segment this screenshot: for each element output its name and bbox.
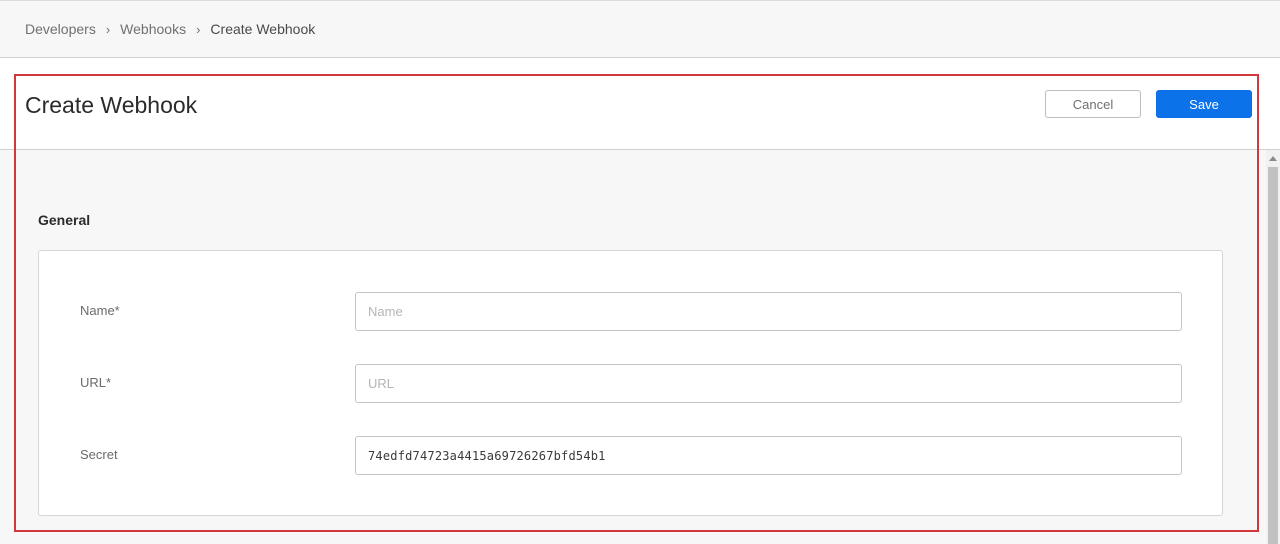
scrollbar-thumb[interactable] <box>1268 167 1278 544</box>
content-area: General Name* URL* Secret <box>0 150 1266 544</box>
vertical-scrollbar[interactable] <box>1266 150 1280 544</box>
breadcrumb-developers[interactable]: Developers <box>25 21 96 37</box>
url-input[interactable] <box>355 364 1182 403</box>
breadcrumb-webhooks[interactable]: Webhooks <box>120 21 186 37</box>
breadcrumb-separator: › <box>196 21 201 37</box>
save-button[interactable]: Save <box>1156 90 1252 118</box>
secret-label: Secret <box>80 447 118 462</box>
name-label: Name* <box>80 303 120 318</box>
secret-input[interactable] <box>355 436 1182 475</box>
scroll-up-arrow-icon[interactable] <box>1266 150 1280 166</box>
section-title-general: General <box>38 212 91 228</box>
breadcrumb-separator: › <box>105 21 111 37</box>
page-header: Create Webhook Cancel Save <box>0 74 1280 150</box>
general-form-card: Name* URL* Secret <box>38 250 1223 516</box>
cancel-button[interactable]: Cancel <box>1045 90 1141 118</box>
breadcrumb: Developers › Webhooks › Create Webhook <box>25 21 315 37</box>
page-title: Create Webhook <box>25 92 198 118</box>
top-bar: Developers › Webhooks › Create Webhook <box>0 0 1280 58</box>
name-input[interactable] <box>355 292 1182 331</box>
breadcrumb-current: Create Webhook <box>210 21 316 37</box>
url-label: URL* <box>80 375 112 390</box>
